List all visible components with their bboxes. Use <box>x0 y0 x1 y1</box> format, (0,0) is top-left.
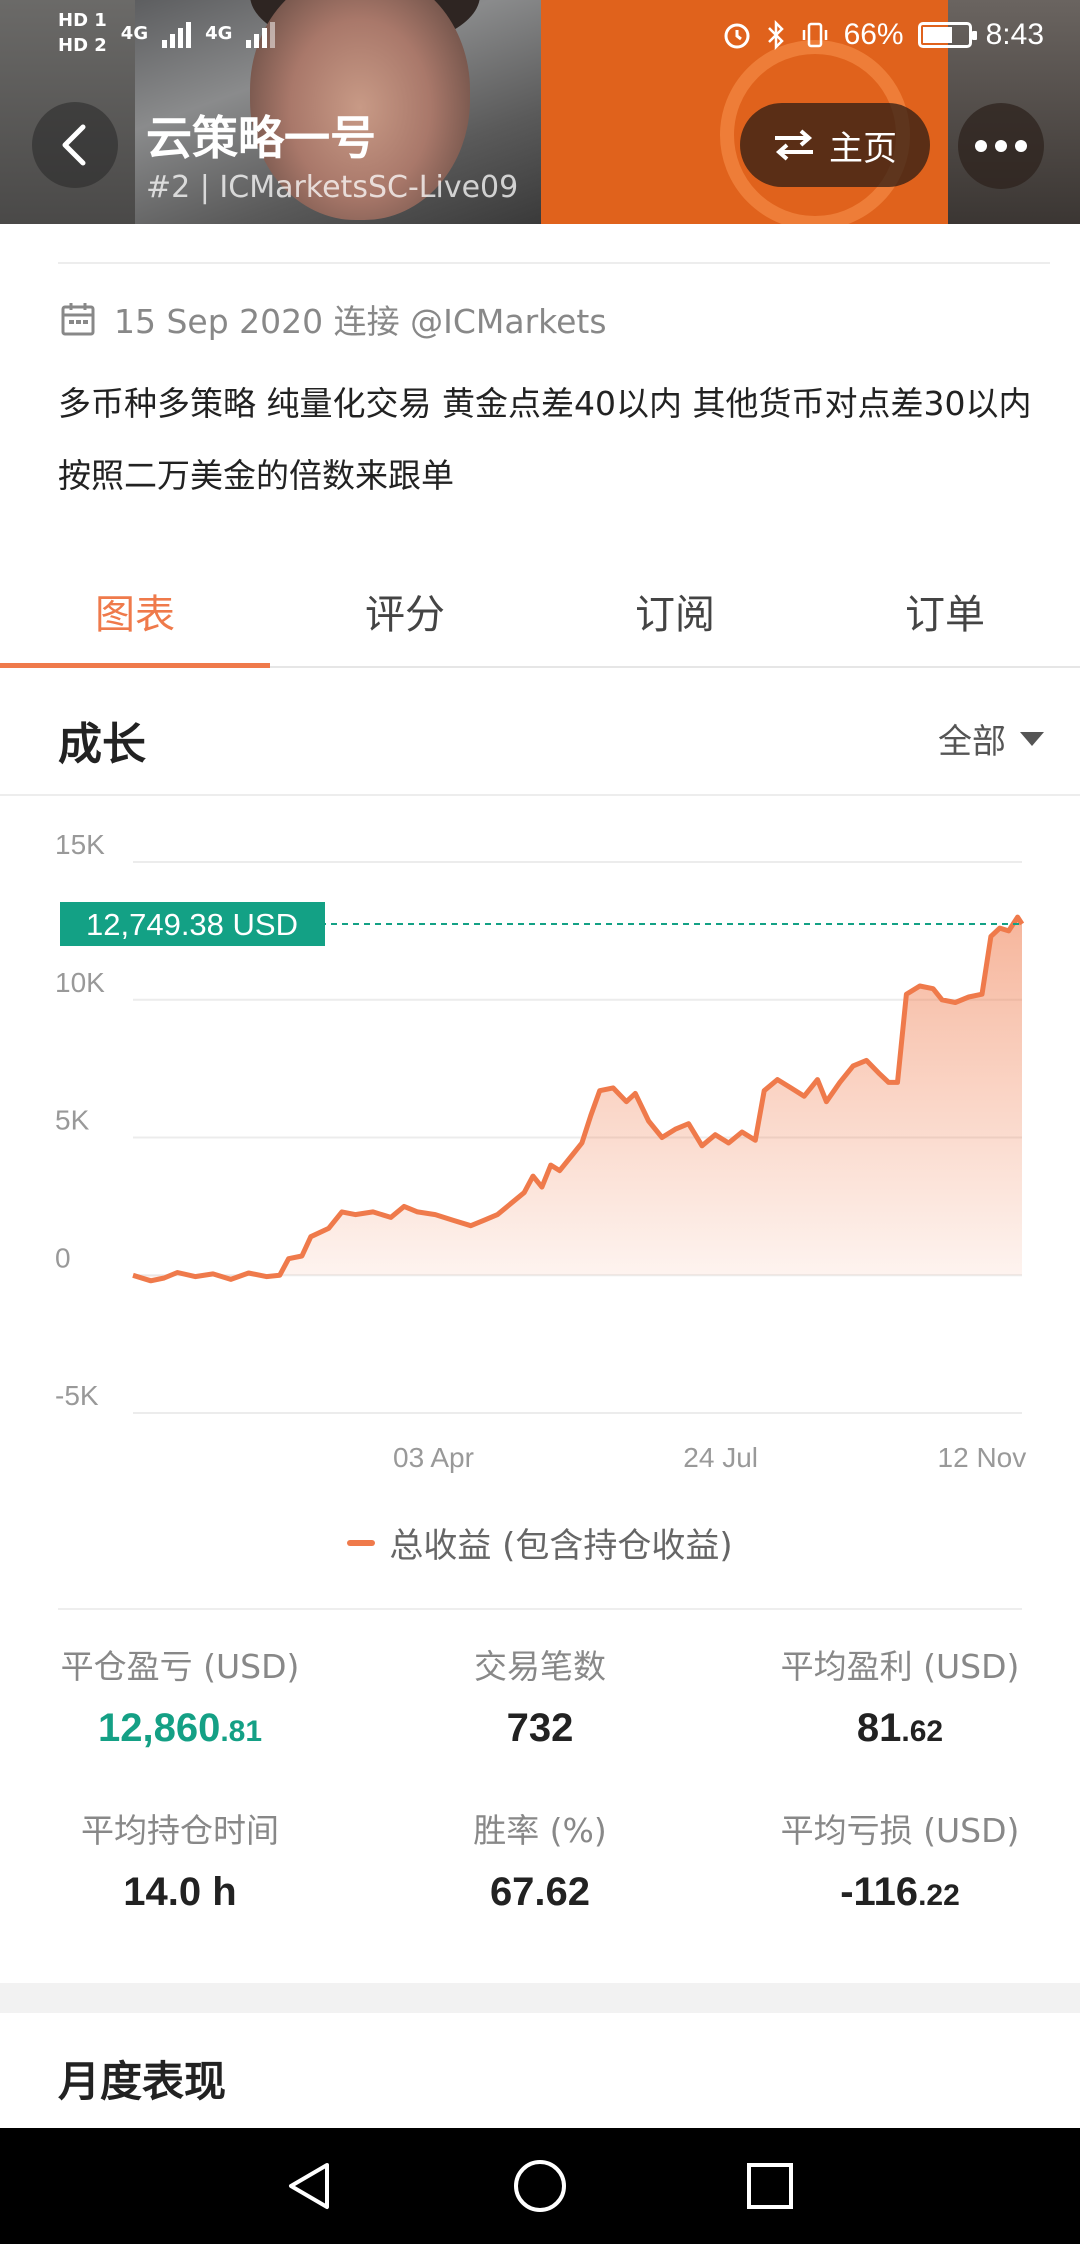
signal-icon <box>162 18 192 48</box>
x-tick-label: 03 Apr <box>393 1442 474 1473</box>
y-tick-label: 0 <box>55 1242 71 1273</box>
legend-label: 总收益 (包含持仓收益) <box>389 1526 733 1566</box>
status-left: HD 1 HD 2 4G 4G <box>58 10 276 56</box>
stat-value: 14.0 h <box>123 1870 237 1914</box>
stat-value-int: 81 <box>856 1706 902 1750</box>
alarm-icon <box>724 23 750 49</box>
status-bar: HD 1 HD 2 4G 4G 66% 8:43 <box>0 0 1080 80</box>
range-filter-label: 全部 <box>938 722 1006 762</box>
more-dot <box>995 140 1007 152</box>
x-tick-label: 24 Jul <box>683 1442 758 1473</box>
home-button[interactable]: 主页 <box>740 103 930 187</box>
section-title: 成长 <box>58 719 146 770</box>
home-button-label: 主页 <box>829 128 897 169</box>
stat-value-dec: .81 <box>220 1715 263 1748</box>
chart-legend: 总收益 (包含持仓收益) <box>0 1518 1080 1567</box>
stat-value-int: 12,860 <box>97 1706 221 1750</box>
sim2-label: HD 2 <box>58 35 107 56</box>
growth-section-header: 成长 全部 <box>0 670 1080 796</box>
nav-home-button[interactable] <box>510 2156 570 2216</box>
chevron-left-icon <box>62 124 86 166</box>
current-value-label: 12,749.38 USD <box>86 907 298 942</box>
network-type-2: 4G <box>205 22 233 44</box>
calendar-icon <box>61 303 95 336</box>
divider <box>58 1608 1022 1610</box>
stat-label: 平均盈利 (USD) <box>780 1647 1020 1686</box>
caret-down-icon <box>1020 731 1044 746</box>
stat-value-dec: .22 <box>918 1879 960 1912</box>
swap-arrows-icon <box>775 129 813 161</box>
stat-label: 交易笔数 <box>474 1647 606 1686</box>
nav-recent-icon <box>747 2163 793 2209</box>
y-tick-label: -5K <box>55 1380 99 1411</box>
tab-orders[interactable]: 订单 <box>810 556 1080 666</box>
stat-closed-pl: 平仓盈亏 (USD) 12,860.81 <box>10 1640 350 1751</box>
stat-value: -116.22 <box>730 1870 1070 1915</box>
more-dot <box>975 140 987 152</box>
stat-label: 平均持仓时间 <box>81 1811 279 1850</box>
status-right: 66% 8:43 <box>722 18 1044 52</box>
stat-value: 732 <box>506 1706 574 1750</box>
stat-label: 平仓盈亏 (USD) <box>60 1647 300 1686</box>
tab-chart[interactable]: 图表 <box>0 556 270 668</box>
y-tick-label: 5K <box>55 1105 90 1136</box>
strategy-title: 云策略一号 <box>146 111 376 165</box>
connection-date: 15 Sep 2020 连接 @ICMarkets <box>114 302 607 341</box>
tab-rating[interactable]: 评分 <box>270 556 540 666</box>
system-navigation-bar <box>0 2128 1080 2244</box>
vibrate-icon <box>802 22 827 48</box>
growth-chart: 15K 10K 5K 0 -5K 03 Apr 24 Jul 12 Nov 12,749.38 … <box>0 810 1080 1570</box>
nav-back-icon <box>289 2163 329 2209</box>
nav-back-button[interactable] <box>280 2156 340 2216</box>
network-type-1: 4G <box>120 22 149 44</box>
sim1-label: HD 1 <box>58 10 107 31</box>
account-subtitle: #2 | ICMarketsSC-Live09 <box>146 170 519 205</box>
stat-avg-profit: 平均盈利 (USD) 81.62 <box>730 1640 1070 1751</box>
tab-bar: 图表 评分 订阅 订单 <box>0 556 1080 668</box>
battery-icon <box>917 22 977 48</box>
bluetooth-icon <box>767 20 784 50</box>
stat-avg-loss: 平均亏损 (USD) -116.22 <box>730 1804 1070 1915</box>
stat-value-dec: .62 <box>901 1715 944 1748</box>
strategy-description: 多币种多策略 纯量化交易 黄金点差40以内 其他货币对点差30以内 按照二万美金… <box>58 384 1032 495</box>
stat-win-rate: 胜率 (%) 67.62 <box>370 1804 710 1915</box>
divider <box>58 262 1050 264</box>
back-button[interactable] <box>32 102 118 188</box>
stat-label: 胜率 (%) <box>473 1811 607 1850</box>
range-filter-dropdown[interactable]: 全部 <box>938 714 1044 763</box>
growth-chart-svg: 15K 10K 5K 0 -5K 03 Apr 24 Jul 12 Nov 12,749.38 … <box>55 829 1027 1473</box>
y-tick-label: 10K <box>55 967 105 998</box>
nav-home-icon <box>514 2160 566 2212</box>
stat-value: 67.62 <box>489 1870 591 1914</box>
nav-recent-button[interactable] <box>740 2156 800 2216</box>
y-tick-label: 15K <box>55 829 105 860</box>
clock: 8:43 <box>985 18 1044 51</box>
stat-value-int: -116 <box>840 1870 919 1914</box>
section-separator <box>0 1983 1080 2013</box>
stat-label: 平均亏损 (USD) <box>780 1811 1020 1850</box>
sim-labels: HD 1 HD 2 <box>58 10 107 56</box>
legend-swatch <box>347 1539 376 1546</box>
stat-value: 12,860.81 <box>10 1706 350 1751</box>
battery-percent: 66% <box>843 18 904 51</box>
stat-trade-count: 交易笔数 732 <box>370 1640 710 1751</box>
signal-icon-2 <box>246 18 276 48</box>
profile-header: HD 1 HD 2 4G 4G 66% 8:43 云策略一号 #2 | ICMa… <box>0 0 1080 224</box>
monthly-performance-title: 月度表现 <box>58 2057 227 2106</box>
stat-value: 81.62 <box>730 1706 1070 1751</box>
x-tick-label: 12 Nov <box>938 1442 1027 1473</box>
tab-subscribe[interactable]: 订阅 <box>540 556 810 666</box>
series-area <box>133 917 1022 1281</box>
more-button[interactable] <box>958 103 1044 189</box>
more-dot <box>1015 140 1027 152</box>
connection-meta: 15 Sep 2020 连接 @ICMarkets <box>60 295 607 343</box>
stat-avg-hold-time: 平均持仓时间 14.0 h <box>10 1804 350 1915</box>
